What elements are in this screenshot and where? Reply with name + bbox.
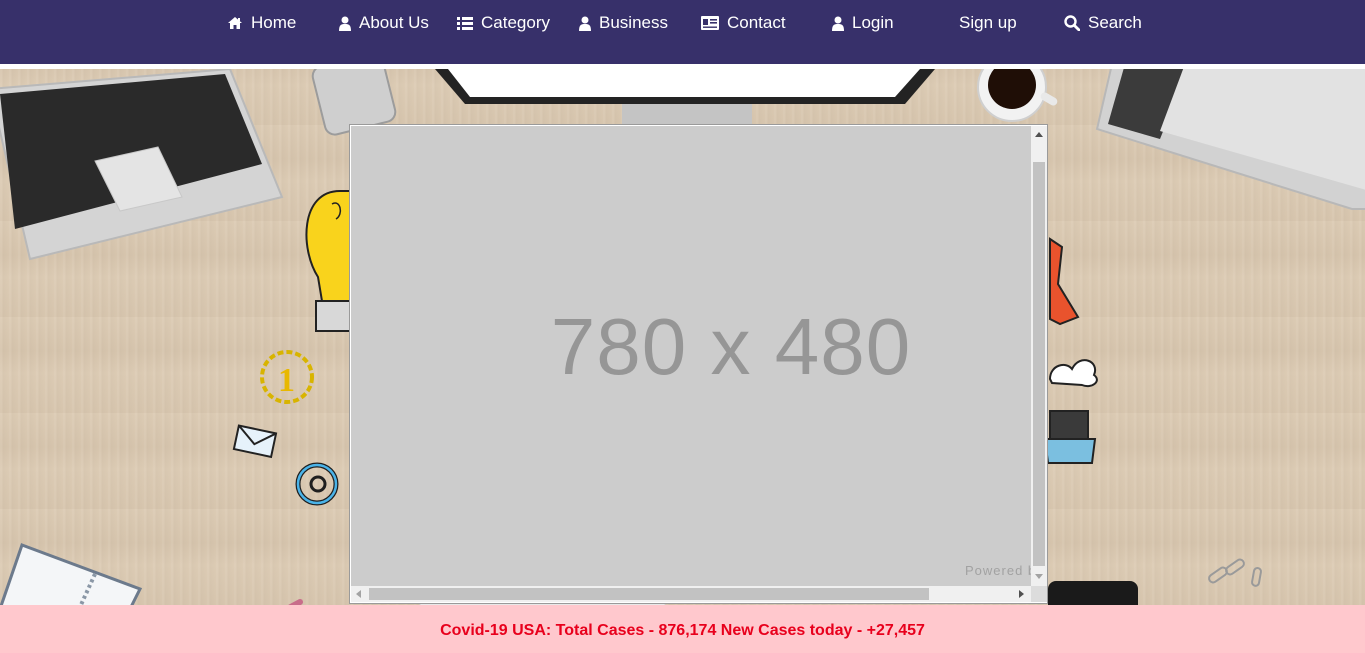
nav-category[interactable]: Category: [457, 12, 550, 34]
nav-about-us[interactable]: About Us: [339, 12, 429, 34]
award-icon: 1: [260, 350, 314, 404]
scroll-down-arrow-icon[interactable]: [1035, 574, 1043, 579]
notebook-image: [0, 543, 143, 605]
scroll-right-arrow-icon[interactable]: [1019, 590, 1024, 598]
placeholder-image: 780 x 480 Powered b: [351, 126, 1031, 586]
embedded-frame[interactable]: 780 x 480 Powered b: [349, 124, 1048, 604]
tablet-image: [1095, 69, 1365, 210]
at-sign-icon: [295, 462, 339, 506]
covid-ticker-bar: Covid-19 USA: Total Cases - 876,174 New …: [0, 605, 1365, 653]
paperclip-icon: [1208, 558, 1262, 587]
laptop-image: [0, 69, 284, 261]
nav-business[interactable]: Business: [579, 12, 668, 34]
monitor-image: [435, 69, 935, 124]
nav-login[interactable]: Login: [832, 12, 894, 34]
scroll-up-arrow-icon[interactable]: [1035, 132, 1043, 137]
list-icon: [457, 16, 473, 30]
placeholder-size-text: 780 x 480: [550, 302, 912, 391]
user-icon: [339, 16, 351, 31]
cloud-icon: [1048, 359, 1098, 387]
vertical-scroll-thumb[interactable]: [1033, 162, 1045, 566]
covid-ticker-text: Covid-19 USA: Total Cases - 876,174 New …: [440, 622, 925, 639]
hero-banner: 1 780 x 480 Powered b: [0, 69, 1365, 605]
nav-contact[interactable]: Contact: [701, 12, 786, 34]
scrollbar-corner: [1031, 586, 1047, 602]
nav-about-us-label: About Us: [359, 13, 429, 32]
nav-sign-up-label: Sign up: [959, 13, 1017, 32]
nav-search[interactable]: Search: [1064, 12, 1142, 34]
search-icon: [1064, 15, 1080, 31]
user-icon: [579, 16, 591, 31]
nav-home[interactable]: Home: [227, 12, 296, 34]
id-card-icon: [701, 16, 719, 30]
nav-business-label: Business: [599, 13, 668, 32]
scroll-left-arrow-icon[interactable]: [356, 590, 361, 598]
laptop-doodle-image: [1043, 410, 1097, 464]
envelope-icon: [232, 424, 278, 459]
svg-text:1: 1: [278, 362, 295, 399]
light-bulb-image: [305, 190, 351, 332]
nav-home-label: Home: [251, 13, 297, 32]
horizontal-scroll-thumb[interactable]: [369, 588, 929, 600]
nav-category-label: Category: [481, 13, 550, 32]
home-icon: [228, 17, 242, 29]
nav-search-label: Search: [1088, 13, 1142, 32]
user-icon: [832, 16, 844, 31]
coffee-cup-image: [977, 69, 1058, 122]
top-navbar: Home About Us Category Business Contact …: [0, 0, 1365, 64]
nav-sign-up[interactable]: Sign up: [959, 12, 1017, 34]
nav-contact-label: Contact: [727, 13, 786, 32]
horizontal-scrollbar[interactable]: [351, 586, 1031, 602]
red-figure-image: [1049, 237, 1080, 326]
vertical-scrollbar[interactable]: [1031, 126, 1047, 586]
nav-login-label: Login: [852, 13, 894, 32]
powered-by-text: Powered b: [965, 563, 1031, 578]
